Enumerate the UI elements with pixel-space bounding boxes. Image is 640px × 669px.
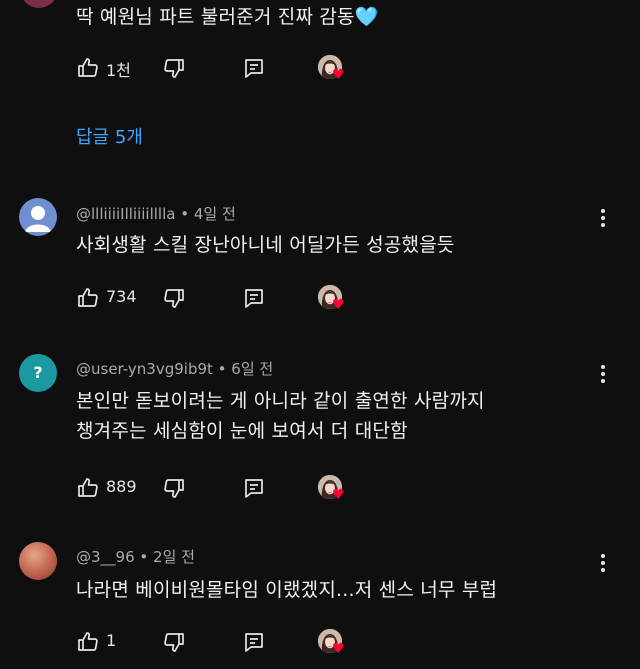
- like-count: 1: [106, 631, 117, 650]
- action-bar: 1 ♥: [76, 628, 376, 656]
- like-count: 1천: [106, 61, 131, 80]
- more-vert-icon[interactable]: [600, 209, 606, 230]
- reply-icon[interactable]: [242, 56, 266, 80]
- comment-text-line: 나라면 베이비원몰타임 이랬겠지...저 센스 너무 부럽: [76, 579, 498, 601]
- comment-meta: @user-yn3vg9ib9t • 6일 전: [76, 358, 273, 379]
- more-vert-icon[interactable]: [600, 365, 606, 386]
- comment-text-line: 본인만 돋보이려는 게 아니라 같이 출연한 사람까지: [76, 390, 485, 412]
- comment-text: 본인만 돋보이려는 게 아니라 같이 출연한 사람까지 챙겨주는 세심함이 눈에…: [76, 386, 485, 446]
- action-bar: 734 ♥: [76, 284, 376, 312]
- action-bar: 1천 ♥: [76, 54, 376, 82]
- comment-text: 딱 예원님 파트 불러준거 진짜 감동🩵: [76, 2, 379, 32]
- thumbs-up-icon[interactable]: [76, 476, 100, 500]
- thumbs-up-icon[interactable]: [76, 630, 100, 654]
- action-bar: 889 ♥: [76, 474, 376, 502]
- reply-icon[interactable]: [242, 476, 266, 500]
- more-vert-icon[interactable]: [600, 554, 606, 575]
- meta-separator: •: [180, 205, 194, 223]
- default-avatar-icon: [25, 206, 51, 232]
- avatar-letter: ?: [33, 363, 43, 382]
- thumbs-down-icon[interactable]: [162, 476, 186, 500]
- meta-separator: •: [217, 360, 232, 378]
- creator-heart-badge: ♥: [318, 629, 352, 657]
- comment-author[interactable]: @user-yn3vg9ib9t: [76, 360, 213, 378]
- comment-text: 나라면 베이비원몰타임 이랬겠지...저 센스 너무 부럽: [76, 575, 497, 605]
- comment-text-line: 딱 예원님 파트 불러준거 진짜 감동🩵: [76, 6, 379, 28]
- comment-age: 6일 전: [231, 360, 274, 378]
- reply-icon[interactable]: [242, 286, 266, 310]
- comment-meta: @3__96 • 2일 전: [76, 546, 195, 567]
- creator-heart-icon: ♥: [332, 67, 345, 83]
- comment-text-line: 챙겨주는 세심함이 눈에 보여서 더 대단함: [76, 420, 408, 442]
- comment-author[interactable]: @llliiiiIlliiiilllla: [76, 205, 175, 223]
- like-count: 734: [106, 287, 137, 306]
- thumbs-down-icon[interactable]: [162, 286, 186, 310]
- reply-icon[interactable]: [242, 630, 266, 654]
- comment-meta: @llliiiiIlliiiilllla • 4일 전: [76, 203, 236, 224]
- creator-heart-badge: ♥: [318, 55, 352, 83]
- comment-author[interactable]: @3__96: [76, 548, 135, 566]
- comment-text-line: 사회생활 스킬 장난아니네 어딜가든 성공했을듯: [76, 234, 455, 256]
- meta-separator: •: [139, 548, 154, 566]
- like-count: 889: [106, 477, 137, 496]
- replies-button[interactable]: 답글 5개: [76, 123, 143, 149]
- thumbs-down-icon[interactable]: [162, 630, 186, 654]
- avatar[interactable]: ?: [19, 354, 57, 392]
- creator-heart-badge: ♥: [318, 285, 352, 313]
- thumbs-up-icon[interactable]: [76, 56, 100, 80]
- partial-avatar[interactable]: [20, 0, 58, 8]
- comment-age: 2일 전: [153, 548, 195, 566]
- avatar[interactable]: [19, 542, 57, 580]
- creator-heart-icon: ♥: [332, 641, 345, 657]
- creator-heart-icon: ♥: [332, 297, 345, 313]
- comment-text: 사회생활 스킬 장난아니네 어딜가든 성공했을듯: [76, 230, 455, 260]
- comment-age: 4일 전: [193, 205, 236, 223]
- thumbs-up-icon[interactable]: [76, 286, 100, 310]
- creator-heart-icon: ♥: [332, 487, 345, 503]
- creator-heart-badge: ♥: [318, 475, 352, 503]
- thumbs-down-icon[interactable]: [162, 56, 186, 80]
- avatar[interactable]: [19, 198, 57, 236]
